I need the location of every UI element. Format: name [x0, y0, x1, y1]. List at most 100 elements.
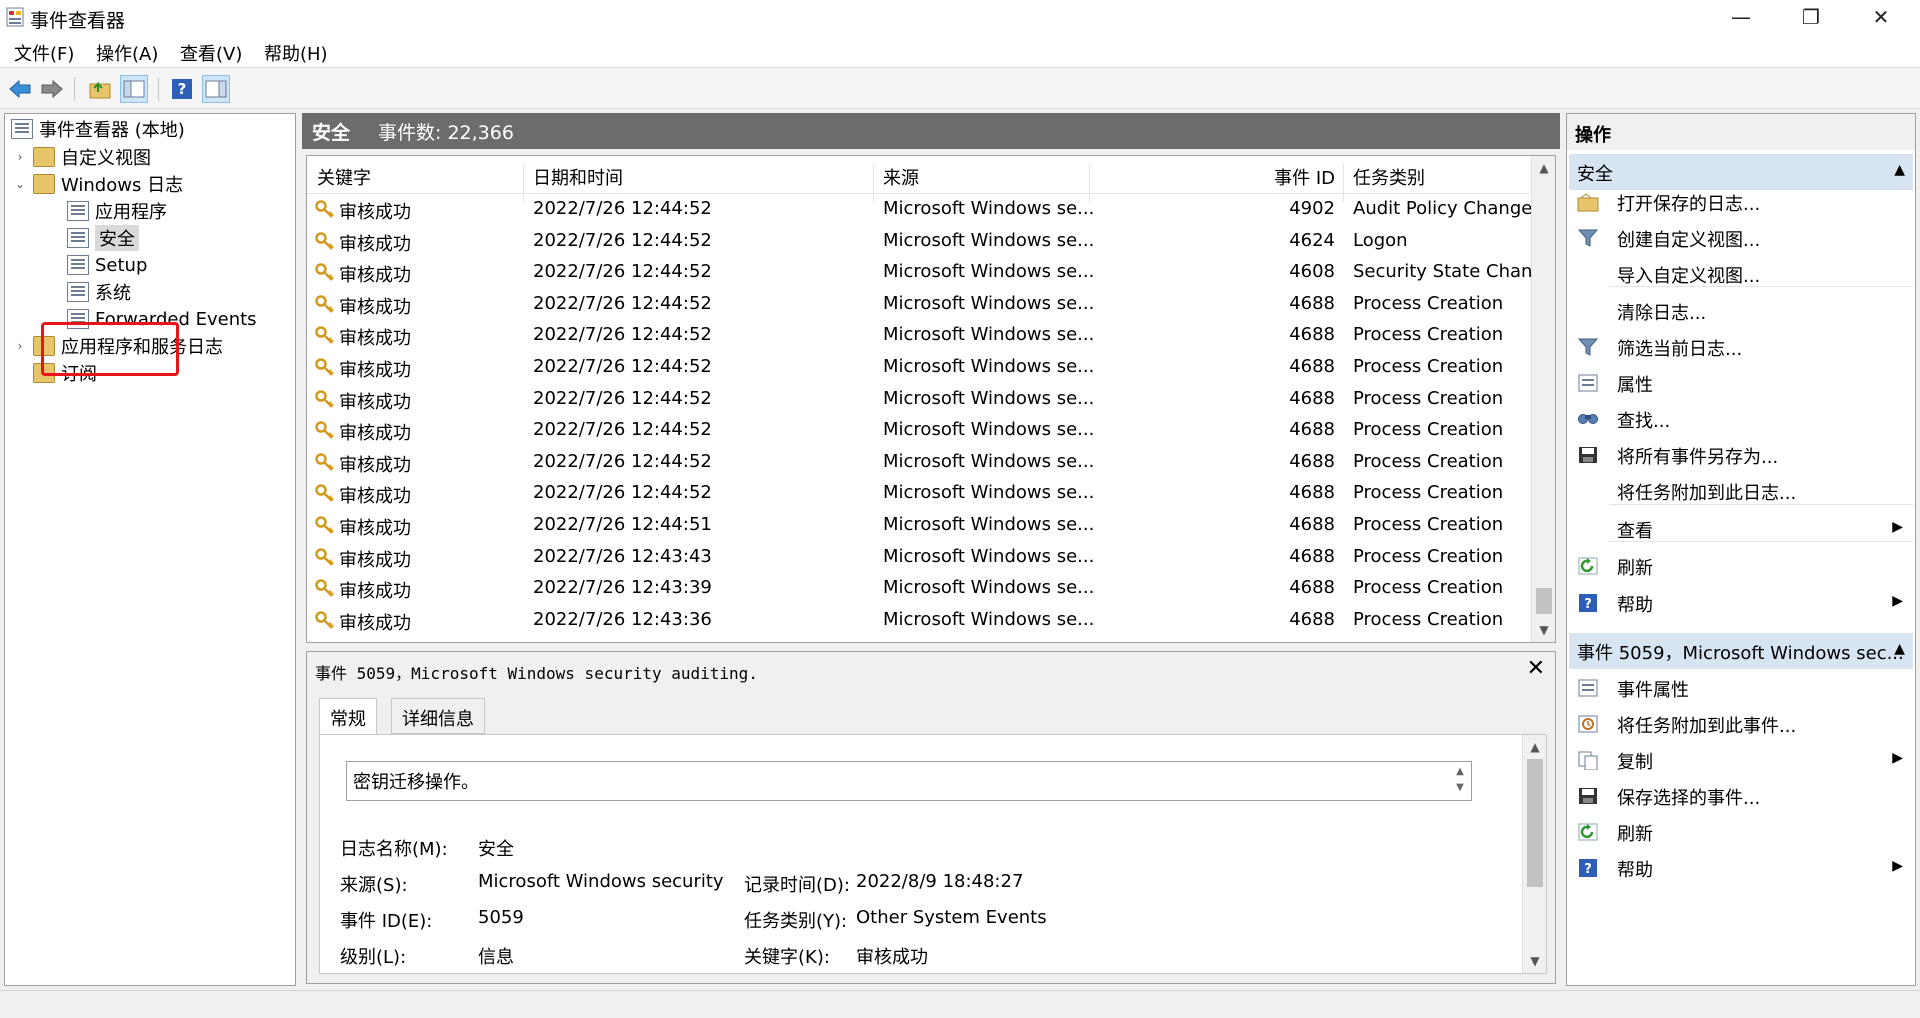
- logged-label: 记录时间(D):: [744, 875, 850, 896]
- actions-section-event[interactable]: 事件 5059，Microsoft Windows sec... ▲: [1569, 633, 1913, 669]
- grid-scrollbar[interactable]: ▲ ▼: [1531, 156, 1555, 642]
- level-label: 级别(L):: [340, 947, 407, 968]
- row-keyword: 审核成功: [339, 265, 411, 287]
- scroll-thumb[interactable]: [1536, 588, 1552, 614]
- scroll-thumb[interactable]: [1527, 759, 1543, 887]
- column-source[interactable]: 来源: [883, 164, 919, 190]
- svg-text:?: ?: [1584, 597, 1592, 612]
- tree-log-setup[interactable]: Setup: [67, 252, 147, 278]
- table-row[interactable]: 审核成功 2022/7/26 12:44:52 Microsoft Windows …: [307, 478, 1531, 510]
- source-value: Microsoft Windows security: [478, 871, 724, 892]
- maximize-button[interactable]: ❐: [1776, 0, 1846, 34]
- chevron-right-icon[interactable]: ›: [13, 150, 27, 164]
- help-icon[interactable]: ?: [168, 75, 196, 103]
- tree-root[interactable]: 事件查看器 (本地): [11, 116, 185, 142]
- tree-log-application[interactable]: 应用程序: [67, 198, 167, 224]
- tab-general[interactable]: 常规: [319, 698, 377, 735]
- event-viewer-icon: [6, 7, 24, 27]
- action-copy[interactable]: 复制 ▶: [1569, 742, 1913, 778]
- close-icon[interactable]: ✕: [1527, 656, 1545, 681]
- action-label: 将所有事件另存为...: [1617, 447, 1779, 468]
- show-hide-action-pane-icon[interactable]: [202, 75, 230, 103]
- column-datetime[interactable]: 日期和时间: [533, 164, 623, 190]
- window-title: 事件查看器: [30, 10, 126, 32]
- row-datetime: 2022/7/26 12:44:52: [533, 261, 712, 283]
- forward-icon[interactable]: [38, 75, 66, 103]
- scroll-up-icon[interactable]: ▲: [1532, 156, 1555, 180]
- column-task-category[interactable]: 任务类别: [1353, 164, 1425, 190]
- table-row[interactable]: 审核成功 2022/7/26 12:44:52 Microsoft Windows …: [307, 447, 1531, 479]
- collapse-icon[interactable]: ▲: [1894, 162, 1905, 178]
- table-row[interactable]: 审核成功 2022/7/26 12:44:52 Microsoft Windows …: [307, 352, 1531, 384]
- up-folder-icon[interactable]: [86, 75, 114, 103]
- toolbar-separator: [74, 77, 75, 101]
- description-scrollbar[interactable]: ▲ ▼: [1451, 764, 1469, 798]
- action-event-properties[interactable]: 事件属性: [1569, 670, 1913, 706]
- row-datetime: 2022/7/26 12:44:52: [533, 387, 712, 409]
- tree-log-system[interactable]: 系统: [67, 279, 131, 305]
- scroll-up-icon[interactable]: ▲: [1523, 735, 1546, 759]
- table-row[interactable]: 审核成功 2022/7/26 12:44:52 Microsoft Windows …: [307, 320, 1531, 352]
- action-create-custom-view[interactable]: 创建自定义视图...: [1569, 220, 1913, 256]
- collapse-icon[interactable]: ▲: [1894, 641, 1905, 657]
- tree-custom-views[interactable]: › 自定义视图: [13, 144, 151, 170]
- actions-header: 操作: [1567, 114, 1915, 150]
- table-row[interactable]: 审核成功 2022/7/26 12:43:43 Microsoft Windows …: [307, 542, 1531, 574]
- chevron-down-icon[interactable]: ⌄: [13, 177, 27, 191]
- action-clear-log[interactable]: 清除日志...: [1569, 293, 1913, 329]
- table-row[interactable]: 审核成功 2022/7/26 12:44:52 Microsoft Windows …: [307, 194, 1532, 226]
- menu-action[interactable]: 操作(A): [96, 40, 158, 66]
- tree-windows-logs[interactable]: ⌄ Windows 日志: [13, 171, 183, 197]
- back-icon[interactable]: [6, 75, 34, 103]
- menu-help[interactable]: 帮助(H): [264, 40, 328, 66]
- show-hide-console-tree-icon[interactable]: [120, 75, 148, 103]
- action-filter-current-log[interactable]: 筛选当前日志...: [1569, 329, 1913, 365]
- table-row[interactable]: 审核成功 2022/7/26 12:43:39 Microsoft Windows …: [307, 573, 1531, 605]
- action-separator: [1609, 286, 1913, 287]
- table-row[interactable]: 审核成功 2022/7/26 12:44:52 Microsoft Windows …: [307, 289, 1531, 321]
- action-save-all-events-as[interactable]: 将所有事件另存为...: [1569, 437, 1913, 473]
- action-properties[interactable]: 属性: [1569, 365, 1913, 401]
- table-row[interactable]: 审核成功 2022/7/26 12:43:36 Microsoft Windows …: [307, 605, 1531, 637]
- folder-icon: [33, 147, 55, 167]
- table-row[interactable]: 审核成功 2022/7/26 12:44:51 Microsoft Windows …: [307, 510, 1531, 542]
- action-label: 帮助: [1617, 595, 1653, 616]
- action-refresh[interactable]: 刷新: [1569, 548, 1913, 584]
- action-help[interactable]: ? 帮助 ▶: [1569, 850, 1913, 886]
- log-name-value: 安全: [478, 839, 514, 860]
- table-row[interactable]: 审核成功 2022/7/26 12:43:36 Microsoft Windows …: [307, 636, 1555, 642]
- row-task-category: Security State Change: [1353, 261, 1555, 283]
- action-label: 清除日志...: [1617, 303, 1707, 324]
- row-source: Microsoft Windows se...: [883, 450, 1095, 472]
- chevron-right-icon[interactable]: ›: [13, 339, 27, 353]
- table-row[interactable]: 审核成功 2022/7/26 12:44:52 Microsoft Windows …: [307, 384, 1531, 416]
- action-help[interactable]: ? 帮助 ▶: [1569, 585, 1913, 621]
- row-keyword: 审核成功: [339, 549, 411, 571]
- column-keywords[interactable]: 关键字: [317, 164, 371, 190]
- toolbar: ?: [0, 69, 1920, 109]
- action-open-saved-log[interactable]: 打开保存的日志...: [1569, 184, 1913, 220]
- general-tab-body: 密钥迁移操作。 ▲ ▼ 日志名称(M): 安全 来源(S): Microsoft …: [319, 734, 1547, 974]
- tree-log-security[interactable]: 安全: [67, 225, 139, 251]
- action-save-selected-events[interactable]: 保存选择的事件...: [1569, 778, 1913, 814]
- detail-scrollbar[interactable]: ▲ ▼: [1522, 735, 1546, 973]
- properties-icon: [1578, 679, 1598, 697]
- minimize-button[interactable]: —: [1706, 0, 1776, 34]
- table-row[interactable]: 审核成功 2022/7/26 12:44:52 Microsoft Windows …: [307, 257, 1555, 289]
- menu-view[interactable]: 查看(V): [180, 40, 242, 66]
- action-attach-task-to-event[interactable]: 将任务附加到此事件...: [1569, 706, 1913, 742]
- event-description[interactable]: 密钥迁移操作。 ▲ ▼: [346, 761, 1472, 801]
- action-find[interactable]: 查找...: [1569, 401, 1913, 437]
- table-row[interactable]: 审核成功 2022/7/26 12:44:52 Microsoft Windows …: [307, 226, 1531, 258]
- table-row[interactable]: 审核成功 2022/7/26 12:44:52 Microsoft Windows …: [307, 415, 1531, 447]
- menu-file[interactable]: 文件(F): [14, 40, 74, 66]
- binoculars-icon: [1578, 414, 1598, 424]
- action-refresh[interactable]: 刷新: [1569, 814, 1913, 850]
- detail-title: 事件 5059，Microsoft Windows security audit…: [315, 664, 758, 683]
- close-window-button[interactable]: ✕: [1846, 0, 1916, 34]
- scroll-down-icon[interactable]: ▼: [1532, 618, 1555, 642]
- tab-details[interactable]: 详细信息: [391, 698, 485, 734]
- row-task-category: Process Creation: [1353, 545, 1504, 567]
- scroll-down-icon[interactable]: ▼: [1523, 949, 1546, 973]
- column-event-id[interactable]: 事件 ID: [1237, 164, 1335, 190]
